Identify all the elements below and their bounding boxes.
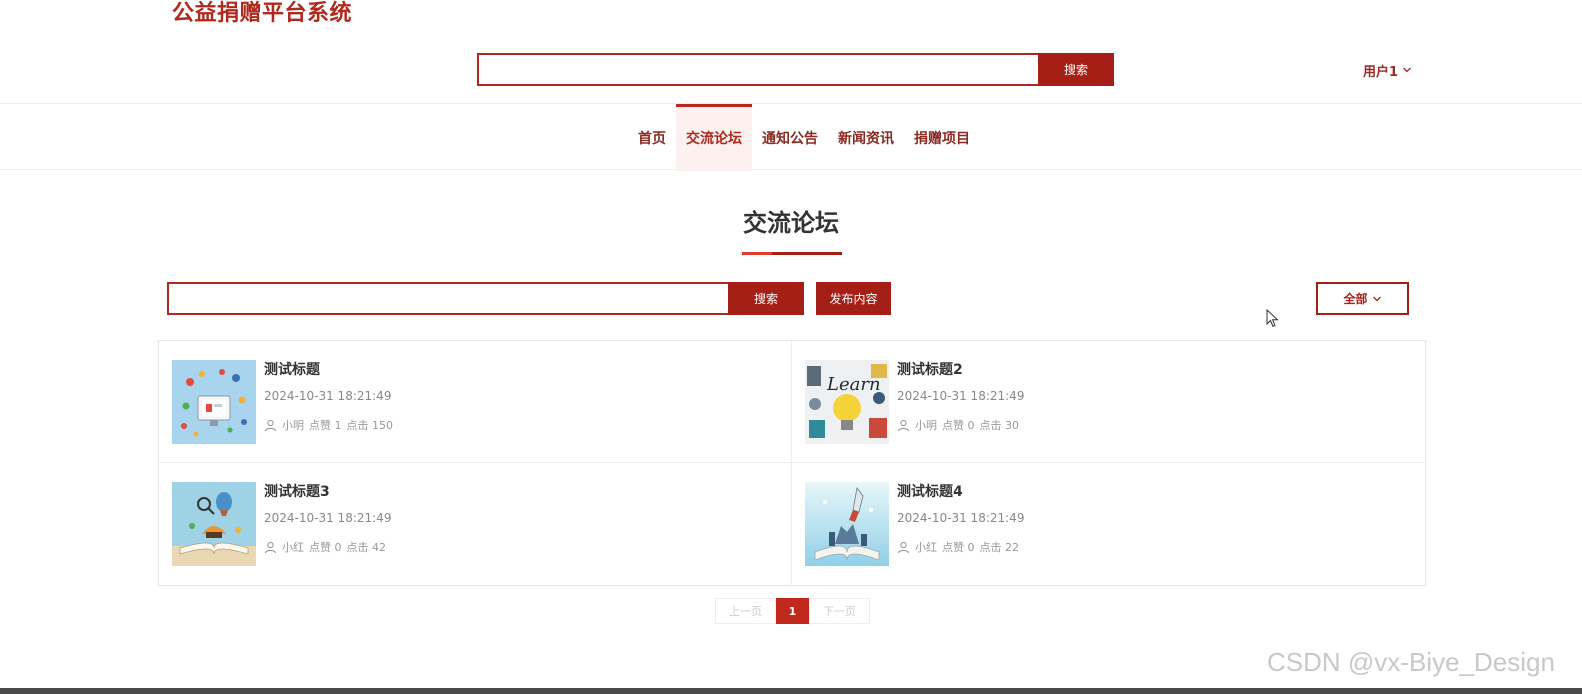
chevron-down-icon: [1403, 67, 1412, 73]
user-menu[interactable]: 用户1: [1363, 60, 1412, 80]
next-page-button[interactable]: 下一页: [809, 598, 870, 624]
nav-item-notices[interactable]: 通知公告: [752, 104, 828, 171]
post-grid: 测试标题 2024-10-31 18:21:49 小明 点赞 1 点击 150: [158, 340, 1426, 586]
nav-items: 首页 交流论坛 通知公告 新闻资讯 捐赠项目: [628, 104, 980, 171]
header-search-input[interactable]: [477, 53, 1038, 86]
page-title: 交流论坛: [743, 209, 839, 237]
post-meta: 小红 点赞 0 点击 22: [897, 539, 1019, 555]
post-likes: 点赞 0: [942, 419, 975, 432]
post-meta: 小红 点赞 0 点击 42: [264, 539, 386, 555]
post-date: 2024-10-31 18:21:49: [264, 511, 392, 525]
post-card[interactable]: Learn 测试标题2 2024-10-31 18:21:49 小明 点赞 0 …: [792, 341, 1425, 463]
social-media-icons-image[interactable]: [172, 360, 256, 444]
open-book-balloon-image[interactable]: [172, 482, 256, 566]
post-card[interactable]: 测试标题3 2024-10-31 18:21:49 小红 点赞 0 点击 42: [159, 463, 792, 585]
post-author: 小红: [282, 541, 304, 554]
filter-dropdown[interactable]: 全部: [1316, 282, 1409, 315]
forum-search-input[interactable]: [167, 282, 728, 315]
post-likes: 点赞 0: [309, 541, 342, 554]
page-1-button[interactable]: 1: [776, 598, 809, 624]
bottom-bar: [0, 688, 1582, 694]
forum-search-bar: 搜索: [167, 282, 804, 315]
post-title[interactable]: 测试标题2: [897, 359, 963, 379]
mouse-cursor-icon: [1266, 309, 1279, 328]
user-icon: [264, 419, 277, 431]
post-clicks: 点击 42: [346, 541, 387, 554]
title-underline: [742, 252, 842, 255]
filter-dropdown-label: 全部: [1343, 292, 1368, 306]
post-meta: 小明 点赞 0 点击 30: [897, 417, 1019, 433]
site-title[interactable]: 公益捐赠平台系统: [172, 0, 352, 30]
watermark: CSDN @vx-Biye_Design: [1267, 647, 1555, 677]
nav-item-home[interactable]: 首页: [628, 104, 676, 171]
post-date: 2024-10-31 18:21:49: [264, 389, 392, 403]
post-likes: 点赞 0: [942, 541, 975, 554]
post-likes: 点赞 1: [309, 419, 342, 432]
forum-search-button[interactable]: 搜索: [728, 282, 804, 315]
user-icon: [897, 419, 910, 431]
post-title[interactable]: 测试标题4: [897, 481, 963, 501]
header-search-bar: 搜索: [477, 53, 1114, 86]
book-rocket-image[interactable]: [805, 482, 889, 566]
header-search-button[interactable]: 搜索: [1038, 53, 1114, 86]
user-icon: [897, 541, 910, 553]
chevron-down-icon: [1372, 296, 1381, 301]
user-icon: [264, 541, 277, 553]
post-title[interactable]: 测试标题3: [264, 481, 330, 501]
post-author: 小红: [915, 541, 937, 554]
post-meta: 小明 点赞 1 点击 150: [264, 417, 393, 433]
post-title[interactable]: 测试标题: [264, 359, 320, 379]
post-author: 小明: [282, 419, 304, 432]
post-date: 2024-10-31 18:21:49: [897, 511, 1025, 525]
post-card[interactable]: 测试标题4 2024-10-31 18:21:49 小红 点赞 0 点击 22: [792, 463, 1425, 585]
nav-item-forum[interactable]: 交流论坛: [676, 104, 752, 171]
publish-button[interactable]: 发布内容: [816, 282, 891, 315]
post-clicks: 点击 30: [979, 419, 1020, 432]
prev-page-button[interactable]: 上一页: [715, 598, 776, 624]
nav-item-news[interactable]: 新闻资讯: [828, 104, 904, 171]
nav-item-donation-projects[interactable]: 捐赠项目: [904, 104, 980, 171]
svg-text:Learn: Learn: [826, 374, 881, 395]
post-card[interactable]: 测试标题 2024-10-31 18:21:49 小明 点赞 1 点击 150: [159, 341, 792, 463]
learn-lightbulb-image[interactable]: Learn: [805, 360, 889, 444]
user-menu-label: 用户1: [1363, 64, 1399, 80]
post-clicks: 点击 22: [979, 541, 1020, 554]
post-author: 小明: [915, 419, 937, 432]
post-date: 2024-10-31 18:21:49: [897, 389, 1025, 403]
pagination: 上一页 1 下一页: [715, 598, 870, 624]
page: 公益捐赠平台系统 搜索 用户1 首页 交流论坛 通知公告 新闻资讯 捐赠项目 交…: [0, 0, 1582, 694]
post-clicks: 点击 150: [346, 419, 394, 432]
main-nav: 首页 交流论坛 通知公告 新闻资讯 捐赠项目: [0, 103, 1582, 171]
